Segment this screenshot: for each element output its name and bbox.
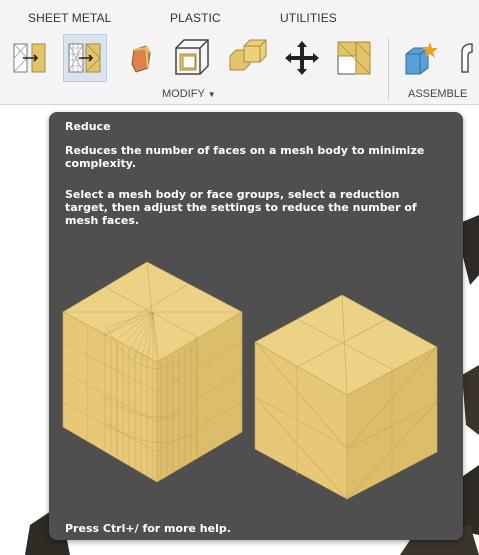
plane-cut-button[interactable] xyxy=(332,34,376,82)
modify-label: MODIFY xyxy=(162,88,205,100)
modify-dropdown[interactable]: MODIFY ▼ xyxy=(162,88,216,100)
caret-down-icon: ▼ xyxy=(207,90,216,99)
ribbon-toolbar: SHEET METAL PLASTIC UTILITIES MODIFY ▼ A… xyxy=(0,0,479,105)
shell-button[interactable] xyxy=(170,34,214,82)
new-component-icon xyxy=(405,42,438,75)
joint-icon xyxy=(461,43,473,73)
reduced-mesh-block xyxy=(254,294,438,500)
toolbar-separator xyxy=(388,38,389,100)
tooltip-description: Reduces the number of faces on a mesh bo… xyxy=(65,144,425,170)
convert-icon xyxy=(13,43,46,73)
combine-button[interactable] xyxy=(226,34,270,82)
tooltip-title: Reduce xyxy=(65,120,111,133)
new-component-button[interactable] xyxy=(398,34,442,82)
shell-icon xyxy=(175,39,209,75)
assemble-dropdown[interactable]: ASSEMBLE xyxy=(408,88,467,100)
tab-plastic[interactable]: PLASTIC xyxy=(170,11,221,25)
reduce-button[interactable] xyxy=(63,34,107,82)
reduce-tooltip: Reduce Reduces the number of faces on a … xyxy=(49,112,463,540)
tooltip-instructions: Select a mesh body or face groups, selec… xyxy=(65,188,417,227)
reduce-icon xyxy=(68,43,101,73)
reduce-illustration xyxy=(62,261,438,500)
remesh-button[interactable] xyxy=(118,34,162,82)
tab-sheet-metal[interactable]: SHEET METAL xyxy=(28,11,111,25)
combine-icon xyxy=(229,39,267,71)
tab-utilities[interactable]: UTILITIES xyxy=(280,11,337,25)
convert-mesh-button[interactable] xyxy=(8,34,52,82)
tooltip-help-hint: Press Ctrl+/ for more help. xyxy=(65,522,231,535)
move-icon xyxy=(285,41,319,75)
joint-button[interactable] xyxy=(448,34,479,82)
plane-cut-icon xyxy=(337,41,371,75)
remesh-icon xyxy=(131,45,151,73)
dense-mesh-block xyxy=(62,261,243,483)
move-button[interactable] xyxy=(280,34,324,82)
